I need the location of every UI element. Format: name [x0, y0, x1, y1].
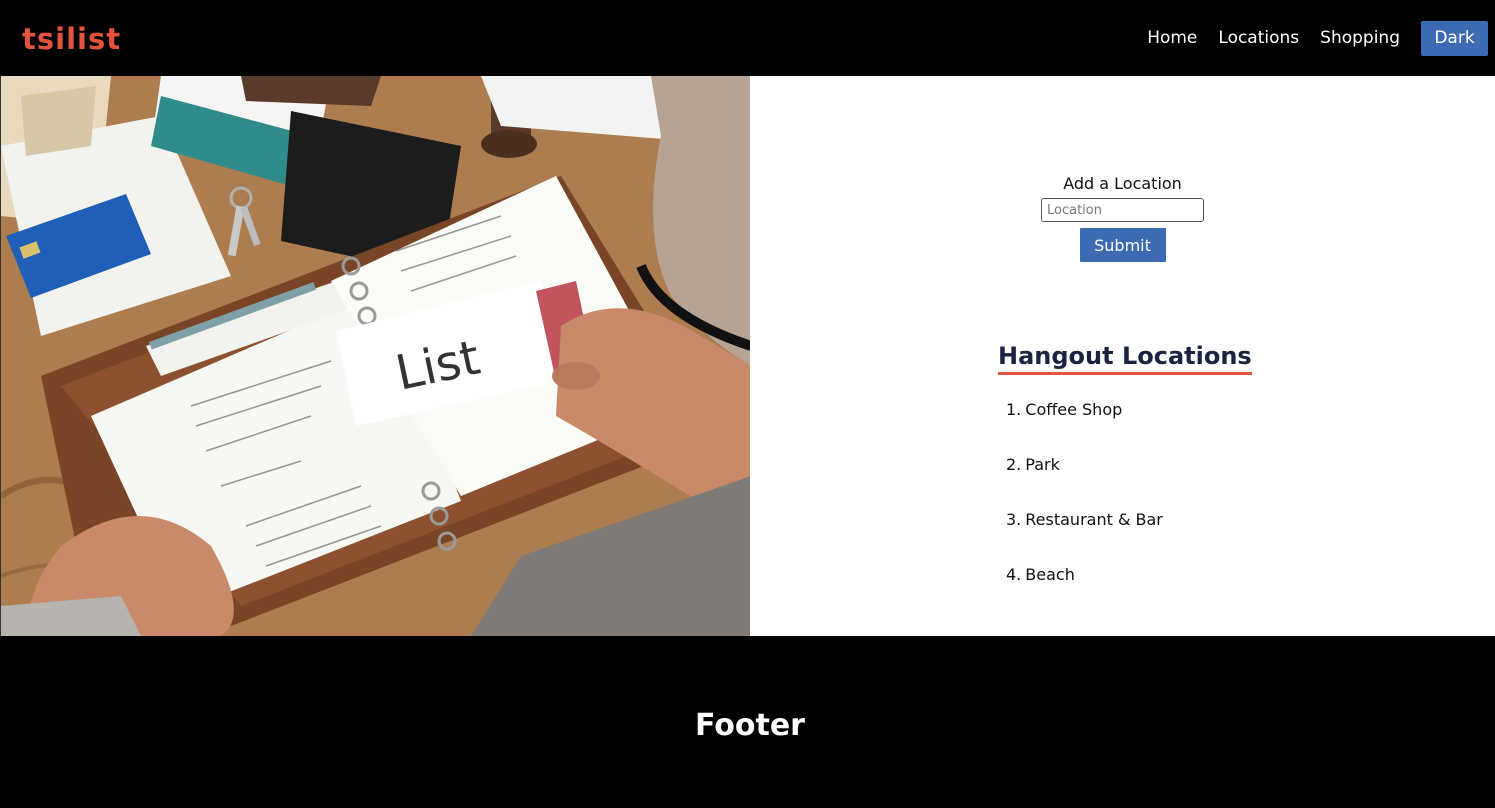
- add-location-label: Add a Location: [1063, 174, 1182, 193]
- planner-photo: List: [1, 76, 750, 636]
- locations-panel: Add a Location Submit Hangout Locations …: [750, 76, 1495, 636]
- submit-button[interactable]: Submit: [1079, 228, 1166, 262]
- nav-home-link[interactable]: Home: [1147, 28, 1197, 48]
- footer-text: Footer: [695, 708, 805, 743]
- logo[interactable]: tsilist: [22, 22, 121, 56]
- list-item: 3. Restaurant & Bar: [1006, 510, 1163, 529]
- list-item: 4. Beach: [1006, 565, 1075, 584]
- list-item: 2. Park: [1006, 455, 1060, 474]
- nav-shopping-link[interactable]: Shopping: [1320, 28, 1400, 48]
- hero-photo: List: [0, 76, 750, 636]
- main-nav: Home Locations Shopping Dark: [1147, 0, 1495, 76]
- locations-list: 1. Coffee Shop 2. Park 3. Restaurant & Bar …: [1006, 400, 1163, 620]
- site-header: tsilist Home Locations Shopping Dark: [0, 0, 1495, 76]
- list-item: 1. Coffee Shop: [1006, 400, 1123, 419]
- dark-mode-button[interactable]: Dark: [1421, 20, 1488, 56]
- location-input[interactable]: [1041, 198, 1204, 222]
- add-location-form: Add a Location Submit: [750, 174, 1495, 262]
- site-footer: Footer: [0, 636, 1495, 808]
- list-title: Hangout Locations: [998, 342, 1252, 375]
- nav-locations-link[interactable]: Locations: [1218, 28, 1299, 48]
